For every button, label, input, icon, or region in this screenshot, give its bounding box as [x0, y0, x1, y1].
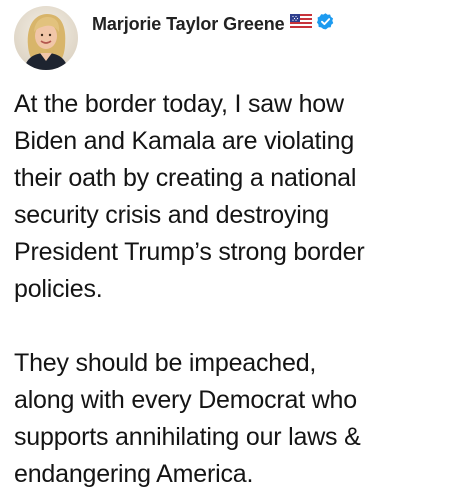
post-line: endangering America. [14, 460, 254, 488]
post-line: supports annihilating our laws & [14, 423, 361, 451]
author-name[interactable]: Marjorie Taylor Greene [92, 14, 285, 35]
post-line: security crisis and destroying [14, 201, 329, 229]
post-text: At the border today, I saw how Biden and… [14, 86, 444, 493]
verified-badge-icon [316, 12, 335, 36]
post-line: At the border today, I saw how [14, 90, 344, 118]
post-paragraph-1: At the border today, I saw how Biden and… [14, 86, 444, 308]
author-row: Marjorie Taylor Greene [92, 12, 335, 36]
us-flag-icon [289, 14, 312, 34]
post-paragraph-2: They should be impeached, along with eve… [14, 345, 444, 493]
post-line: They should be impeached, [14, 349, 317, 377]
post-line: their oath by creating a national [14, 164, 357, 192]
profile-photo-icon [14, 6, 78, 70]
post-line: along with every Democrat who [14, 386, 357, 414]
post-line: President Trump’s strong border [14, 238, 365, 266]
avatar[interactable] [14, 6, 78, 70]
post-card: Marjorie Taylor Greene At the border tod… [0, 0, 450, 500]
post-line: Biden and Kamala are violating [14, 127, 355, 155]
post-line: policies. [14, 275, 103, 303]
